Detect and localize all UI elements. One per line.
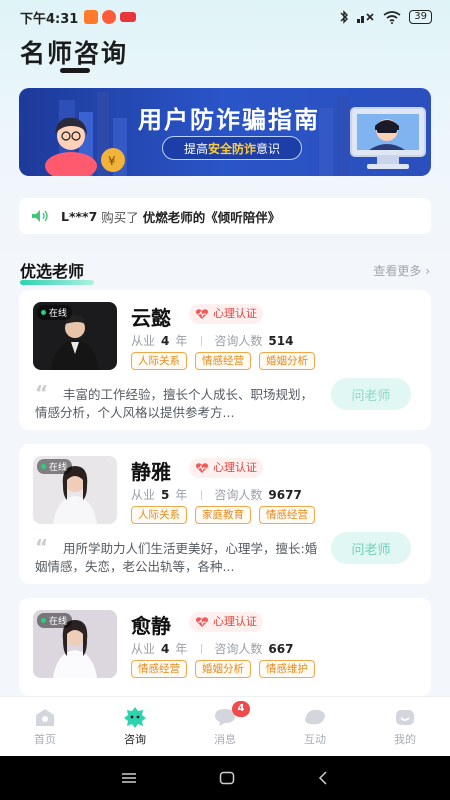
purchase-notice[interactable]: L***7 购买了 优燃老师的《倾听陪伴》 — [19, 198, 431, 234]
interact-icon — [305, 709, 325, 725]
teacher-tags: 情感经营 婚姻分析 情感维护 — [131, 660, 315, 678]
notice-user: L***7 — [61, 208, 98, 224]
teacher-years: 4 — [161, 333, 170, 348]
battery-indicator: 39 — [409, 10, 432, 24]
online-badge: 在线 — [37, 459, 73, 474]
app-notification-icon — [102, 10, 117, 24]
wifi-icon — [383, 10, 401, 24]
app-notification-icon — [84, 10, 99, 24]
title-underline — [60, 68, 90, 73]
heart-pulse-icon — [195, 463, 209, 473]
thief-monitor-icon — [350, 107, 426, 169]
teacher-intro: 用所学助力人们生活更美好，心理学，擅长:婚姻情感，失恋，老公出轨等，各种... — [35, 541, 318, 574]
cert-badge: 心理认证 — [189, 304, 263, 324]
bluetooth-icon — [340, 10, 349, 24]
teacher-tags: 人际关系 情感经营 婚姻分析 — [131, 352, 315, 370]
teacher-tags: 人际关系 家庭教育 情感经营 — [131, 506, 315, 524]
heart-pulse-icon — [195, 617, 209, 627]
teacher-tag: 情感经营 — [259, 506, 315, 524]
teacher-consults: 514 — [268, 333, 294, 348]
teacher-card[interactable]: 在线 愈静 心理认证 从业 4 年 咨询人数 667 情感经营 婚姻分析 情感维护 — [19, 598, 431, 696]
teacher-tag: 婚姻分析 — [259, 352, 315, 370]
teacher-card[interactable]: 在线 云懿 心理认证 从业 4 年 咨询人数 514 人际关系 情感经营 婚姻分析 “… — [19, 290, 431, 430]
tab-profile[interactable]: 我的 — [360, 697, 450, 756]
status-bar: 下午4:31 39 — [0, 0, 450, 34]
woman-illustration-icon: ¥ — [45, 117, 125, 176]
page-title: 名师咨询 — [20, 39, 129, 68]
speaker-icon — [32, 210, 48, 222]
tab-home[interactable]: 首页 — [0, 697, 90, 756]
teacher-name: 静雅 — [131, 460, 171, 484]
notice-action: 购买了 — [101, 209, 139, 225]
teacher-meta: 从业 4 年 咨询人数 667 — [131, 641, 294, 657]
svg-text:¥: ¥ — [108, 154, 116, 168]
see-more-link[interactable]: 查看更多 › — [373, 262, 430, 279]
teacher-consults: 667 — [268, 641, 294, 656]
message-badge: 4 — [232, 701, 250, 717]
teacher-name: 愈静 — [131, 614, 171, 638]
teacher-years: 5 — [161, 487, 170, 502]
system-nav-bar — [0, 756, 450, 800]
menu-icon[interactable] — [121, 772, 137, 784]
profile-icon — [396, 710, 414, 725]
cert-badge: 心理认证 — [189, 458, 263, 478]
anti-fraud-banner[interactable]: ¥ 用户防诈骗指南 提高 安全防诈 意识 — [19, 88, 431, 176]
status-time: 下午4:31 — [20, 11, 79, 27]
tab-interact[interactable]: 互动 — [270, 697, 360, 756]
teacher-meta: 从业 5 年 咨询人数 9677 — [131, 487, 302, 503]
teacher-avatar: 在线 — [33, 610, 117, 678]
chevron-right-icon: › — [425, 264, 430, 278]
app-notification-icon — [120, 12, 137, 22]
teacher-years: 4 — [161, 641, 170, 656]
teacher-meta: 从业 4 年 咨询人数 514 — [131, 333, 294, 349]
teacher-tag: 人际关系 — [131, 352, 187, 370]
tab-consult[interactable]: 咨询 — [90, 697, 180, 756]
home-icon — [36, 709, 54, 726]
ask-teacher-button[interactable]: 问老师 — [331, 378, 411, 410]
cert-badge: 心理认证 — [189, 612, 263, 632]
section-title: 优选老师 — [20, 258, 95, 285]
banner-title: 用户防诈骗指南 — [138, 106, 320, 134]
heart-pulse-icon — [195, 309, 209, 319]
teacher-tag: 情感经营 — [195, 352, 251, 370]
back-icon[interactable] — [317, 771, 329, 785]
home-square-icon[interactable] — [219, 771, 235, 785]
banner-subtitle-pill: 提高 安全防诈 意识 — [162, 136, 302, 160]
teacher-consults: 9677 — [268, 487, 302, 502]
bottom-tab-bar: 首页 咨询 消息 4 互动 我的 — [0, 696, 450, 756]
notice-product: 优燃老师的《倾听陪伴》 — [142, 209, 281, 225]
consult-icon — [124, 707, 146, 728]
teacher-name: 云懿 — [131, 306, 171, 330]
teacher-tag: 婚姻分析 — [195, 660, 251, 678]
tab-messages[interactable]: 消息 4 — [180, 697, 270, 756]
teacher-avatar: 在线 — [33, 456, 117, 524]
teacher-avatar: 在线 — [33, 302, 117, 370]
teacher-tag: 人际关系 — [131, 506, 187, 524]
teacher-card[interactable]: 在线 静雅 心理认证 从业 5 年 咨询人数 9677 人际关系 家庭教育 情感经营 … — [19, 444, 431, 584]
teacher-tag: 家庭教育 — [195, 506, 251, 524]
teacher-intro: 丰富的工作经验，擅长个人成长、职场规划，情感分析，个人风格以提供参考方... — [35, 387, 314, 420]
signal-x-icon — [357, 13, 374, 23]
teacher-tag: 情感经营 — [131, 660, 187, 678]
ask-teacher-button[interactable]: 问老师 — [331, 532, 411, 564]
online-badge: 在线 — [37, 613, 73, 628]
teacher-tag: 情感维护 — [259, 660, 315, 678]
online-badge: 在线 — [37, 305, 73, 320]
